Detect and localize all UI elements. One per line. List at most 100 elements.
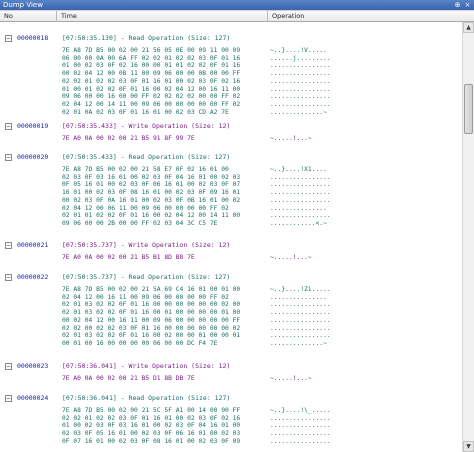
- ascii-line: ............<.~: [270, 219, 327, 227]
- column-header-time[interactable]: Time: [57, 11, 268, 22]
- ascii-line: ................: [270, 422, 331, 430]
- record-header: [07:50:35.130] - Read Operation (Size: 1…: [62, 34, 230, 43]
- hex-bytes-line: 02 03 0F 05 16 01 00 02 03 0F 06 16 01 0…: [62, 430, 241, 438]
- record-number: 00000023: [17, 362, 49, 370]
- record-separator: -: [116, 394, 129, 402]
- ascii-line: ................: [270, 173, 331, 181]
- hex-bytes-line: 0F 07 16 01 00 02 03 0F 08 16 01 00 02 0…: [62, 437, 241, 445]
- hex-bytes-line: 02 04 12 00 14 11 00 09 06 00 00 00 00 0…: [62, 100, 241, 108]
- ascii-line: ~..}....!V.....: [270, 47, 327, 54]
- hex-bytes-line: 00 02 04 12 00 0B 11 00 09 06 00 00 0B 0…: [62, 70, 241, 78]
- record-operation: Read Operation (Size: 127): [128, 153, 231, 161]
- scroll-thumb[interactable]: [464, 84, 473, 134]
- hex-bytes-line: 7E A8 7D B5 00 02 00 21 58 E7 0F 02 16 0…: [62, 166, 229, 173]
- column-header-no[interactable]: No: [0, 11, 57, 22]
- ascii-line: ................: [270, 62, 331, 70]
- record-header: [07:50:35.737] - Read Operation (Size: 1…: [62, 273, 230, 282]
- ascii-line: ................: [270, 414, 331, 422]
- hex-bytes-line: 02 01 01 02 02 0F 01 16 00 02 04 12 00 1…: [62, 212, 241, 220]
- hex-bytes-line: 02 02 01 02 02 03 0F 01 16 01 00 02 03 0…: [62, 77, 241, 85]
- close-icon[interactable]: ×: [464, 0, 471, 10]
- hex-bytes-line: 02 01 0A 02 03 0F 01 16 01 00 02 03 CD A…: [62, 108, 229, 116]
- record-separator: -: [116, 362, 129, 370]
- column-header: No Time Operation: [0, 10, 474, 22]
- hex-bytes-line: 00 01 00 16 00 00 00 00 06 00 00 DC F4 7…: [62, 339, 218, 347]
- collapse-toggle-icon[interactable]: −: [5, 363, 12, 370]
- record-time: [07:50:36.041]: [62, 394, 117, 402]
- record-operation: Write Operation (Size: 12): [128, 122, 231, 130]
- ascii-line: ................: [270, 93, 331, 101]
- ascii-line: ~..}....!\_.....: [270, 407, 331, 414]
- ascii-line: ~..}....!Zi.....: [270, 286, 331, 293]
- hex-bytes-line: 7E A8 7D B5 00 02 00 21 5A 69 C4 16 01 0…: [62, 286, 241, 293]
- ascii-line: ................: [270, 324, 331, 332]
- window-title: Dump View: [3, 1, 43, 9]
- hex-bytes-line: 01 00 01 02 02 0F 01 16 00 02 04 12 00 1…: [62, 85, 241, 93]
- record-time: [07:50:35.433]: [62, 153, 117, 161]
- record-operation: Read Operation (Size: 127): [128, 34, 231, 42]
- collapse-toggle-icon[interactable]: −: [5, 274, 12, 281]
- record-time: [07:50:35.433]: [62, 122, 117, 130]
- collapse-toggle-icon[interactable]: −: [5, 242, 12, 249]
- ascii-line: ~..}....!X1....: [270, 166, 327, 173]
- hex-bytes-line: 02 04 12 00 16 11 00 09 06 00 00 00 00 F…: [62, 293, 229, 301]
- ascii-line: ..............~: [270, 339, 327, 347]
- ascii-line: ~.....!...~: [270, 375, 312, 382]
- record-time: [07:50:35.737]: [62, 241, 117, 249]
- dump-list[interactable]: −00000018 [07:50:35.130] - Read Operation…: [0, 22, 462, 452]
- column-header-operation[interactable]: Operation: [268, 11, 460, 22]
- ascii-line: ................: [270, 181, 331, 189]
- hex-bytes-line: 09 06 00 00 16 00 00 FF 02 02 02 02 00 0…: [62, 93, 241, 101]
- scroll-down-icon[interactable]: ▼: [463, 441, 474, 452]
- hex-bytes-line: 7E A8 7D B5 00 02 00 21 5C 5F A1 00 14 0…: [62, 407, 241, 414]
- collapse-toggle-icon[interactable]: −: [5, 35, 12, 42]
- hex-bytes-line: 7E A0 0A 00 02 00 21 B5 91 8F 99 7E: [62, 135, 195, 142]
- hex-bytes-line: 02 01 03 02 02 0F 01 16 00 02 00 00 01 0…: [62, 332, 241, 340]
- scroll-up-icon[interactable]: ▲: [463, 22, 474, 33]
- hex-bytes-line: 01 00 02 03 0F 02 16 00 00 01 01 02 02 0…: [62, 62, 241, 70]
- hex-bytes-line: 7E A0 0A 00 02 00 21 B5 B1 8D B8 7E: [62, 254, 195, 261]
- record-header: [07:50:35.433] - Write Operation (Size: …: [62, 122, 230, 131]
- hex-bytes-line: 00 02 04 12 00 16 11 00 09 06 00 00 00 0…: [62, 316, 241, 324]
- ascii-line: ................: [270, 212, 331, 220]
- ascii-line: ...............: [270, 204, 327, 212]
- ascii-line: ................: [270, 85, 331, 93]
- vertical-scrollbar[interactable]: ▲ ▼: [462, 22, 474, 452]
- hex-bytes-line: 02 04 12 00 06 11 00 09 06 00 00 00 00 F…: [62, 204, 229, 212]
- ascii-line: ................: [270, 189, 331, 197]
- record-separator: -: [116, 122, 129, 130]
- record-separator: -: [116, 273, 129, 281]
- hex-bytes-line: 16 01 00 02 03 0F 08 16 01 00 02 03 0F 0…: [62, 189, 241, 197]
- record-number: 00000022: [17, 273, 49, 281]
- ascii-line: ~.....!...~: [270, 254, 312, 261]
- record-number: 00000024: [17, 394, 49, 402]
- ascii-line: ..............~: [270, 108, 327, 116]
- hex-bytes-line: 02 01 03 02 02 0F 01 16 00 01 00 00 00 0…: [62, 309, 241, 317]
- record-header: [07:50:36.041] - Write Operation (Size: …: [62, 362, 230, 371]
- window-title-bar: Dump View ⊕ ×: [0, 0, 474, 10]
- collapse-toggle-icon[interactable]: −: [5, 395, 12, 402]
- ascii-line: ................: [270, 196, 331, 204]
- record-number: 00000021: [17, 241, 49, 249]
- ascii-line: ................: [270, 430, 331, 438]
- record-time: [07:50:36.041]: [62, 362, 117, 370]
- ascii-line: ~.....!...~: [270, 135, 312, 142]
- record-operation: Write Operation (Size: 12): [128, 362, 231, 370]
- hex-bytes-line: 06 00 00 0A 00 6A FF 02 02 01 02 02 03 0…: [62, 54, 241, 62]
- hex-bytes-line: 0F 05 16 01 00 02 03 0F 06 16 01 00 02 0…: [62, 181, 241, 189]
- ascii-line: ......j.........: [270, 54, 331, 62]
- hex-bytes-line: 7E A0 0A 00 02 00 21 B5 D1 8B DB 7E: [62, 375, 195, 382]
- record-header: [07:50:36.041] - Read Operation (Size: 1…: [62, 394, 230, 403]
- record-time: [07:50:35.737]: [62, 273, 117, 281]
- record-operation: Write Operation (Size: 12): [128, 241, 231, 249]
- ascii-line: ...............: [270, 293, 327, 301]
- hex-bytes-line: 02 02 01 02 02 03 0F 01 16 01 00 02 03 0…: [62, 414, 241, 422]
- record-operation: Read Operation (Size: 127): [128, 394, 231, 402]
- ascii-line: ................: [270, 301, 331, 309]
- collapse-toggle-icon[interactable]: −: [5, 123, 12, 130]
- record-separator: -: [116, 34, 129, 42]
- record-header: [07:50:35.737] - Write Operation (Size: …: [62, 241, 230, 250]
- pin-icon[interactable]: ⊕: [454, 0, 461, 10]
- hex-bytes-line: 7E A8 7D B5 00 02 00 21 56 05 0E 00 09 1…: [62, 47, 241, 54]
- collapse-toggle-icon[interactable]: −: [5, 154, 12, 161]
